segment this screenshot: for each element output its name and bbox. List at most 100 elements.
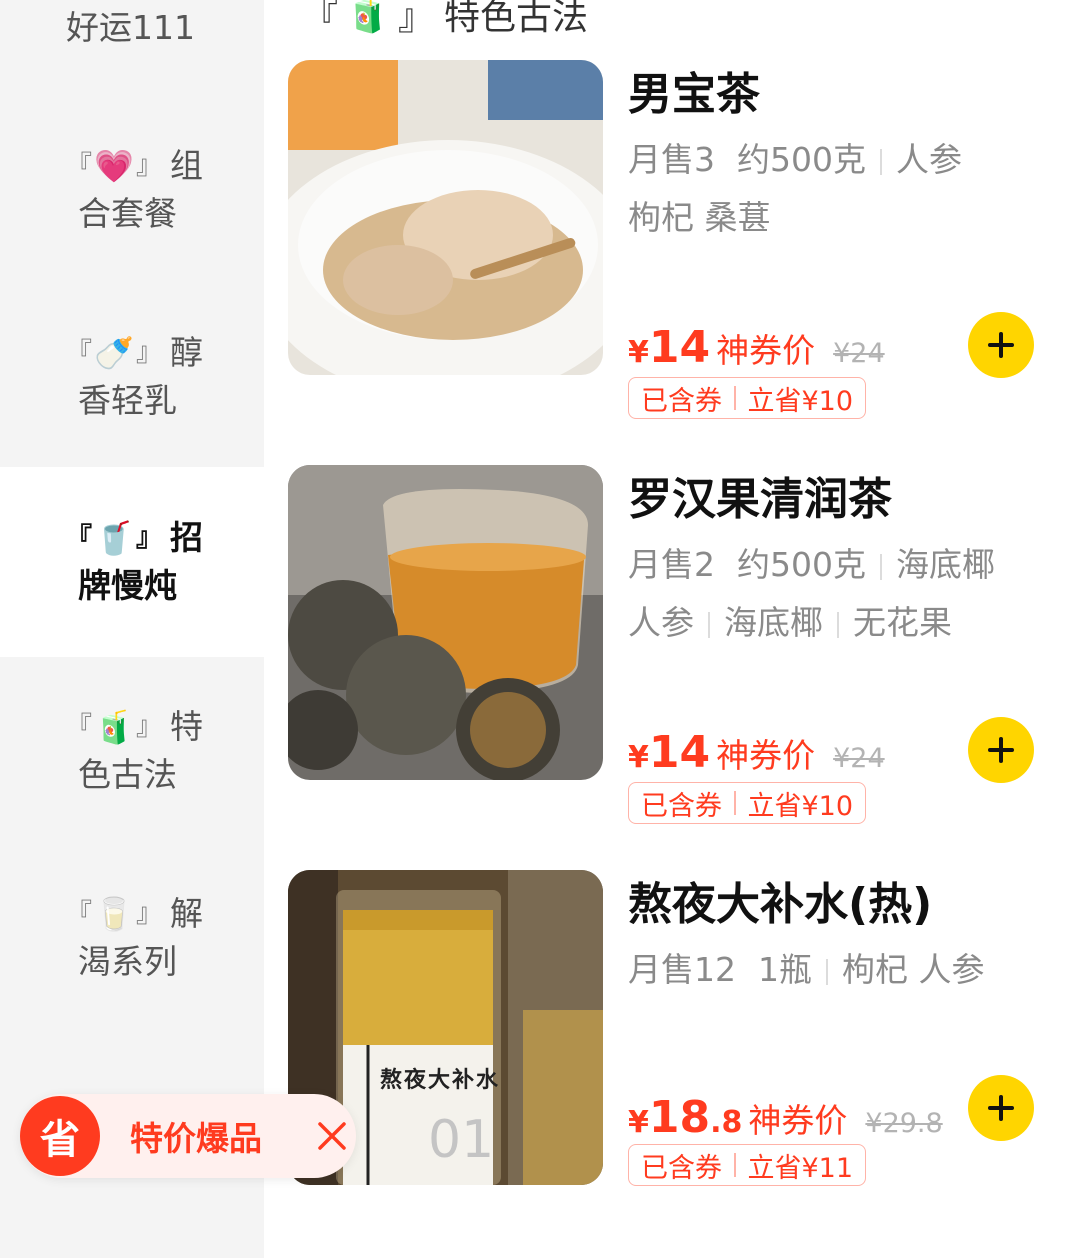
sidebar-item-label: 醇 [170, 333, 204, 372]
product-card[interactable]: 男宝茶 月售3 约500克 人参 枸杞 桑葚 ¥ 14 神券价 ¥24 已含券 立省… [288, 60, 1048, 465]
sidebar-item-haoyun[interactable]: 好运111 [0, 4, 264, 52]
product-meta: 月售2 约500克 海底椰 [628, 537, 1038, 593]
product-info: 男宝茶 月售3 约500克 人参 枸杞 桑葚 [628, 60, 1038, 246]
divider [708, 611, 710, 638]
bracket-close: 』 [136, 712, 163, 742]
bracket-open: 『 [66, 712, 93, 742]
price-decimal: .8 [710, 1105, 743, 1140]
sidebar-item-combo[interactable]: 『 💗 』 组 合套餐 [0, 142, 264, 238]
sidebar-item-label-line2: 牌慢炖 [78, 566, 177, 605]
product-ingredients: 人参 海底椰 无花果 [628, 595, 1038, 651]
price-row: ¥ 18 .8 神券价 ¥29.8 [628, 1092, 943, 1143]
ingredient: 海底椰 [724, 603, 823, 642]
price: 18 [648, 1092, 711, 1143]
coupon-badge: 已含券 立省¥10 [628, 782, 867, 824]
currency-symbol: ¥ [628, 740, 649, 775]
ingredient: 海底椰 [896, 545, 995, 584]
product-info: 罗汉果清润茶 月售2 约500克 海底椰 人参 海底椰 无花果 [628, 465, 1038, 651]
bracket-open: 『 [66, 899, 93, 929]
category-sidebar: 好运111 『 💗 』 组 合套餐 『 🍼 』 醇 香轻乳 『 🥤 』 招 牌慢… [0, 0, 264, 1258]
ingredient: 人参 [628, 603, 694, 642]
monthly-sales: 月售12 [628, 950, 736, 989]
divider [826, 958, 828, 985]
coupon-included: 已含券 [641, 385, 722, 417]
coupon-included: 已含券 [641, 790, 722, 822]
sidebar-item-label: 特 [170, 707, 204, 746]
divider [880, 148, 882, 175]
plus-icon [988, 737, 1014, 763]
product-card[interactable]: 熬夜大补水 01 熬夜大补水(热) 月售12 1瓶 枸杞 人参 ¥ 18 .8 神券… [288, 870, 1048, 1258]
add-to-cart-button[interactable] [968, 717, 1034, 783]
sidebar-item-label-line2: 色古法 [78, 755, 177, 794]
plus-icon [988, 332, 1014, 358]
product-meta: 月售12 1瓶 枸杞 人参 [628, 942, 1038, 998]
price: 14 [648, 727, 711, 778]
product-name: 熬夜大补水(热) [628, 879, 933, 930]
currency-symbol: ¥ [628, 1105, 649, 1140]
close-icon[interactable] [316, 1120, 348, 1152]
ingredient: 无花果 [853, 603, 952, 642]
price-label: 神券价 [716, 331, 816, 370]
price-row: ¥ 14 神券价 ¥24 [628, 322, 885, 373]
price-label: 神券价 [748, 1101, 848, 1140]
coupon-badge: 已含券 立省¥10 [628, 377, 867, 419]
product-image-herbal-soup[interactable] [288, 60, 603, 375]
product-info: 熬夜大补水(热) 月售12 1瓶 枸杞 人参 [628, 870, 1038, 998]
bracket-close: 』 [398, 0, 435, 38]
sidebar-item-label-line2: 合套餐 [78, 194, 177, 233]
sidebar-item-label-line2: 渴系列 [78, 942, 177, 981]
add-to-cart-button[interactable] [968, 312, 1034, 378]
bracket-open: 『 [66, 523, 93, 553]
bottle-label-text: 熬夜大补水 [380, 1068, 501, 1093]
monthly-sales: 月售2 [628, 545, 715, 584]
sidebar-item-milk[interactable]: 『 🍼 』 醇 香轻乳 [0, 329, 264, 425]
special-deals-banner[interactable]: 省 特价爆品 [20, 1094, 356, 1178]
price-row: ¥ 14 神券价 ¥24 [628, 727, 885, 778]
original-price: ¥29.8 [865, 1108, 943, 1139]
sidebar-item-signature-stew[interactable]: 『 🥤 』 招 牌慢炖 [0, 467, 264, 657]
cup-with-straw-icon: 🥤 [94, 519, 134, 557]
product-ingredients: 枸杞 桑葚 [628, 198, 771, 237]
sidebar-item-thirst-series[interactable]: 『 🥛 』 解 渴系列 [0, 890, 264, 986]
sidebar-item-label-line2: 香轻乳 [78, 381, 177, 420]
coupon-savings: 立省¥10 [747, 385, 854, 417]
add-to-cart-button[interactable] [968, 1075, 1034, 1141]
juice-box-icon: 🧃 [345, 0, 391, 35]
baby-bottle-icon: 🍼 [94, 334, 134, 372]
bracket-close: 』 [136, 899, 163, 929]
divider [837, 611, 839, 638]
coupon-badge: 已含券 立省¥11 [628, 1144, 867, 1186]
bracket-close: 』 [136, 523, 163, 553]
product-card[interactable]: 罗汉果清润茶 月售2 约500克 海底椰 人参 海底椰 无花果 ¥ 14 神券价 ¥24… [288, 465, 1048, 870]
price: 14 [648, 322, 711, 373]
heart-icon: 💗 [94, 147, 134, 185]
sidebar-item-ancient-method[interactable]: 『 🧃 』 特 色古法 [0, 703, 264, 799]
bracket-close: 』 [136, 338, 163, 368]
sidebar-item-label: 组 [170, 146, 204, 185]
sidebar-item-label: 解 [170, 894, 204, 933]
plus-icon [988, 1095, 1014, 1121]
section-title: 特色古法 [444, 0, 589, 38]
promo-label[interactable]: 特价爆品 [130, 1112, 262, 1160]
coupon-included: 已含券 [641, 1152, 722, 1184]
product-meta: 月售3 约500克 人参 [628, 132, 1038, 188]
sidebar-item-label: 好运111 [66, 8, 195, 47]
product-image-luohanguo-tea[interactable] [288, 465, 603, 780]
bracket-open: 『 [302, 0, 339, 38]
product-size: 约500克 [737, 140, 866, 179]
save-badge: 省 [20, 1096, 100, 1176]
sidebar-item-label: 招 [170, 518, 204, 557]
ingredient: 枸杞 人参 [842, 950, 985, 989]
coupon-savings: 立省¥10 [747, 790, 854, 822]
product-size: 1瓶 [758, 950, 812, 989]
product-size: 约500克 [737, 545, 866, 584]
section-header: 『 🧃 』 特色古法 [302, 0, 588, 40]
juice-box-icon: 🧃 [94, 708, 134, 746]
currency-symbol: ¥ [628, 335, 649, 370]
divider [880, 553, 882, 580]
original-price: ¥24 [833, 743, 885, 774]
price-label: 神券价 [716, 736, 816, 775]
glass-of-milk-icon: 🥛 [94, 895, 134, 933]
bracket-open: 『 [66, 151, 93, 181]
product-name: 罗汉果清润茶 [628, 474, 892, 525]
